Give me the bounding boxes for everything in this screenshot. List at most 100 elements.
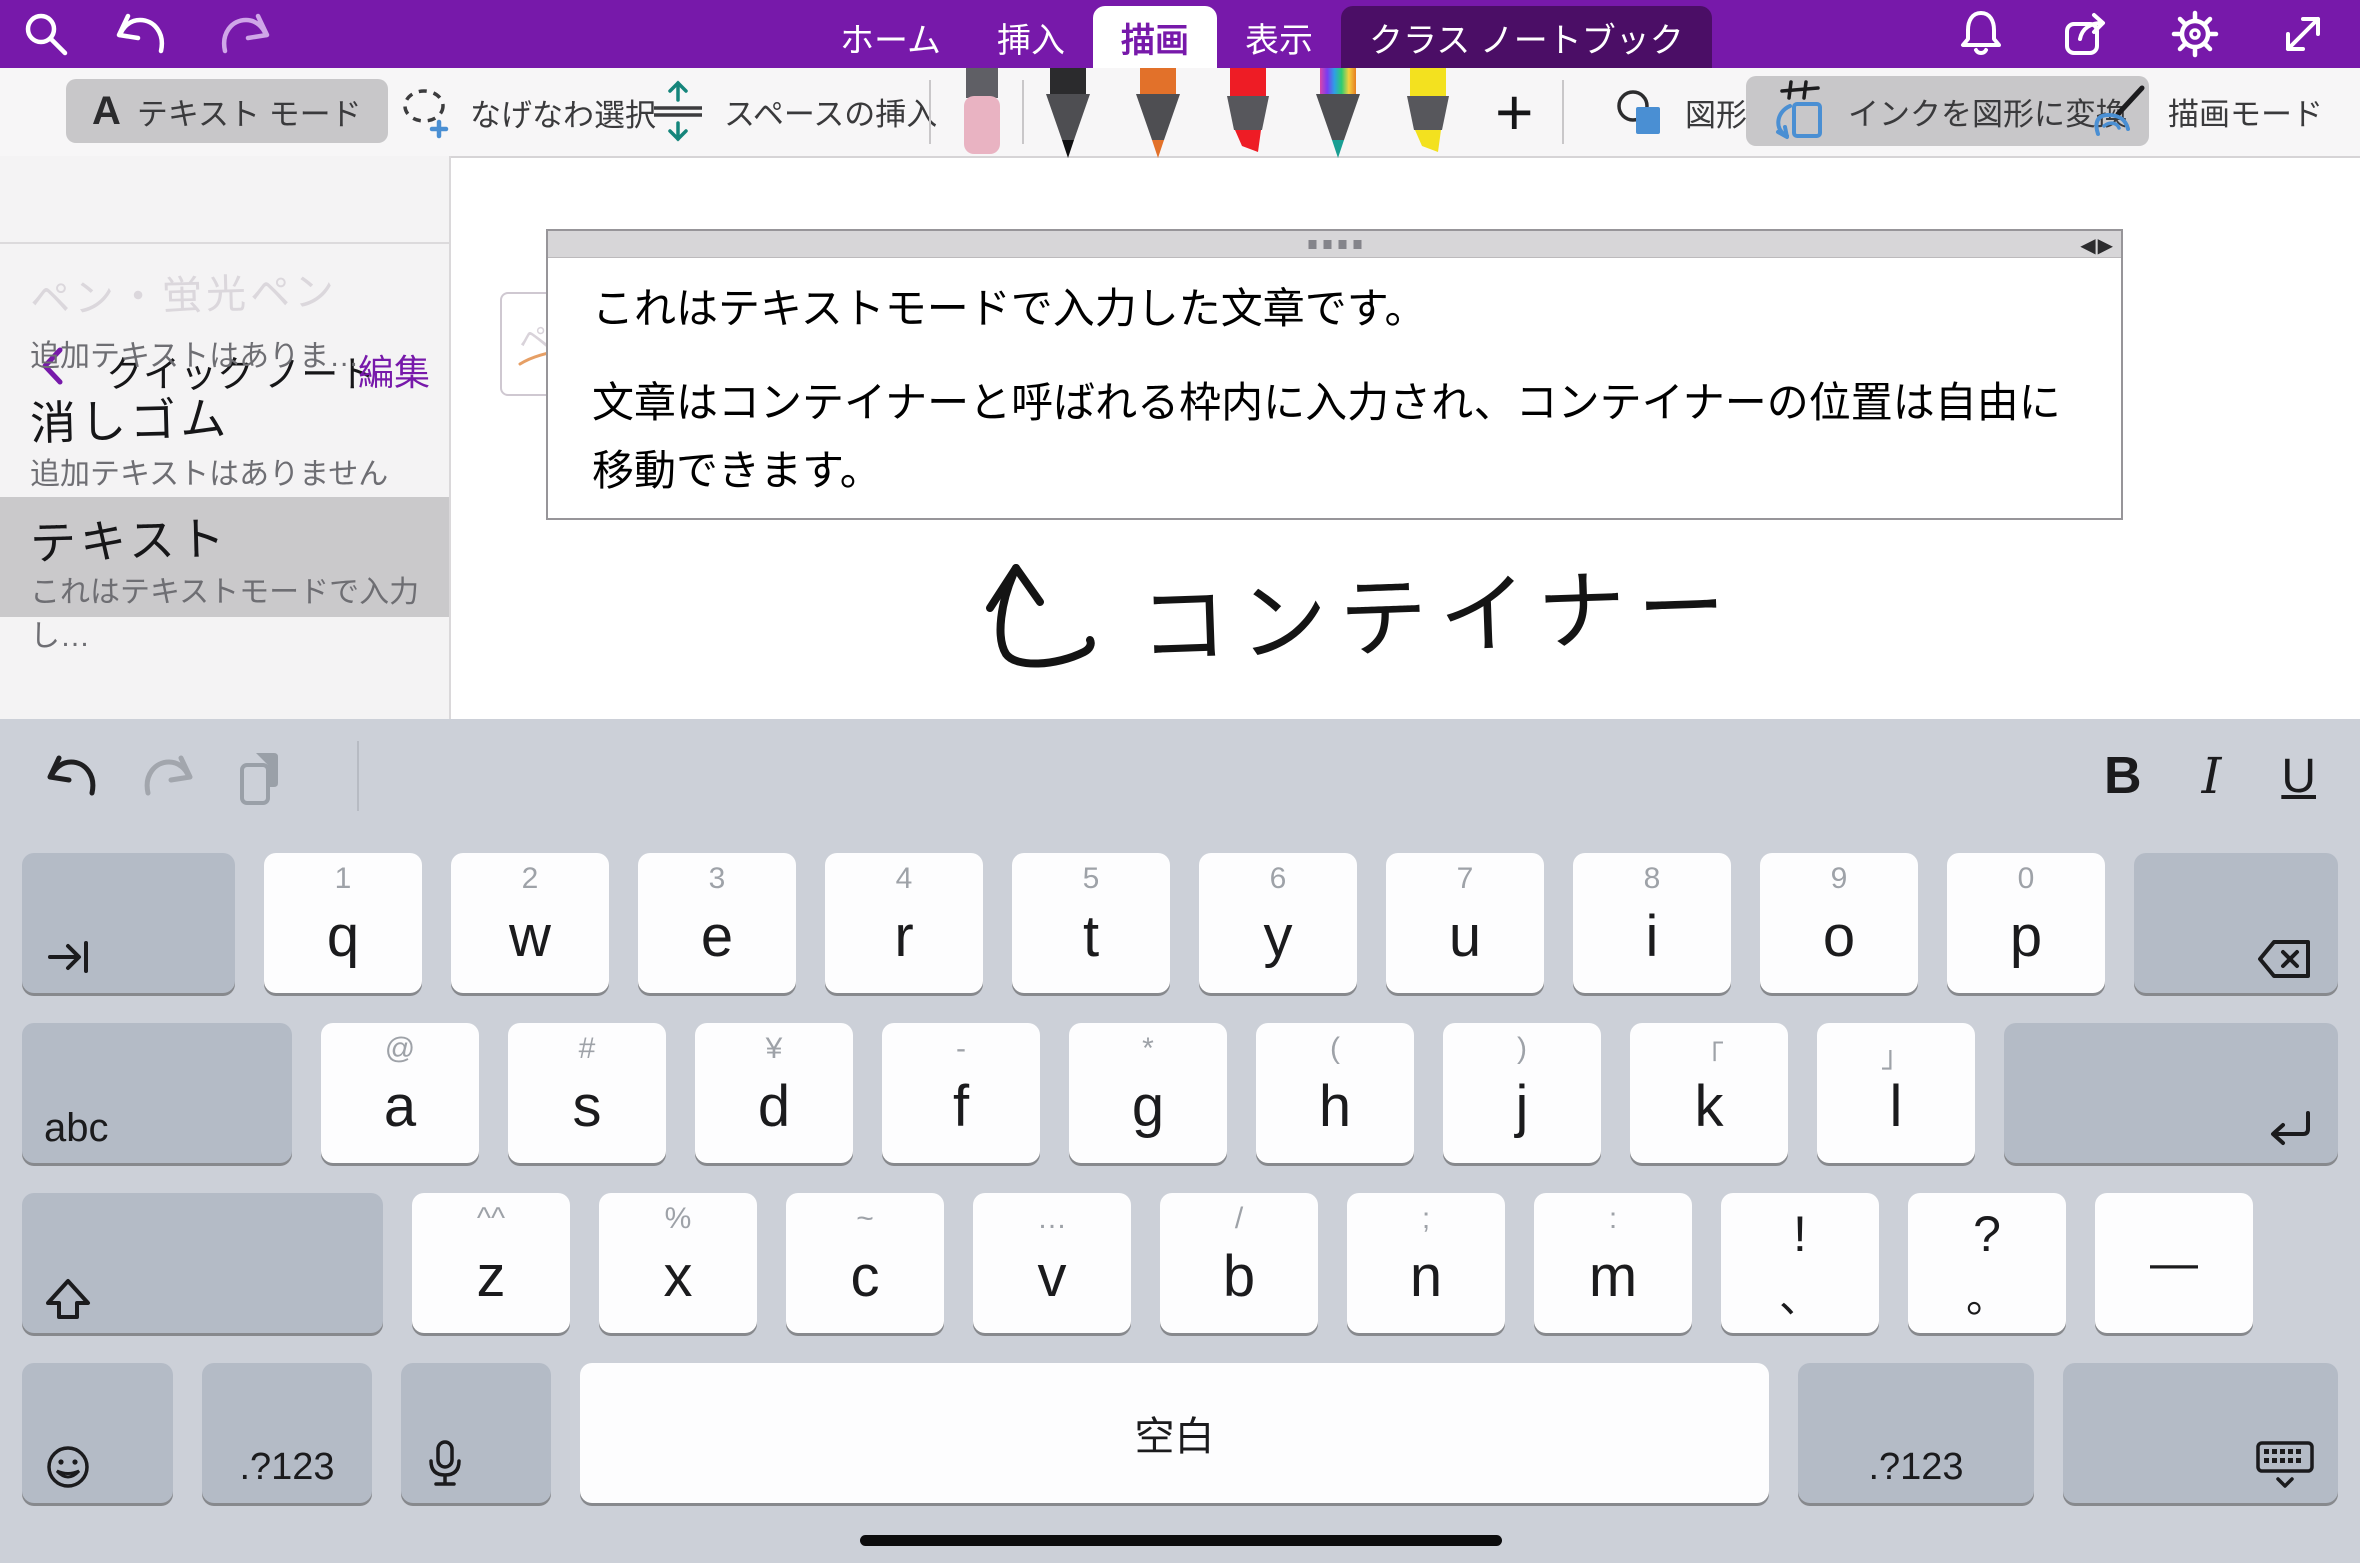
key-emoji[interactable] bbox=[22, 1363, 173, 1503]
key-?[interactable]: ?。 bbox=[1908, 1193, 2066, 1333]
container-drag-bar[interactable]: ◀▶ bbox=[548, 231, 2121, 258]
key-f[interactable]: -f bbox=[882, 1023, 1040, 1163]
key-sublabel: # bbox=[508, 1032, 666, 1066]
key-x[interactable]: %x bbox=[599, 1193, 757, 1333]
key-shift[interactable] bbox=[22, 1193, 383, 1333]
keyboard-row: 1q2w3e4r5t6y7u8i9o0p bbox=[22, 853, 2338, 993]
key-r[interactable]: 4r bbox=[825, 853, 983, 993]
key-label: v bbox=[973, 1243, 1131, 1310]
key-k[interactable]: 「k bbox=[1630, 1023, 1788, 1163]
key-q[interactable]: 1q bbox=[264, 853, 422, 993]
key-b[interactable]: /b bbox=[1160, 1193, 1318, 1333]
key-sublabel: ¥ bbox=[695, 1032, 853, 1066]
key-u[interactable]: 7u bbox=[1386, 853, 1544, 993]
add-pen-button[interactable]: + bbox=[1495, 74, 1534, 150]
key-d[interactable]: ¥d bbox=[695, 1023, 853, 1163]
key-dash[interactable]: — bbox=[2095, 1193, 2253, 1333]
bell-icon[interactable] bbox=[1956, 7, 2006, 61]
key-w[interactable]: 2w bbox=[451, 853, 609, 993]
key-s[interactable]: #s bbox=[508, 1023, 666, 1163]
page-subtitle: 追加テキストはありま… bbox=[30, 331, 359, 375]
text-container[interactable]: ◀▶ これはテキストモードで入力した文章です。 文章はコンテイナーと呼ばれる枠内… bbox=[546, 229, 2123, 520]
key-space[interactable]: 空白 bbox=[580, 1363, 1769, 1503]
rainbow-pen-tool[interactable] bbox=[1308, 68, 1368, 160]
bold-button[interactable]: B bbox=[2104, 746, 2142, 806]
key-o[interactable]: 9o bbox=[1760, 853, 1918, 993]
page-title-handwritten: ペン・蛍光ペン bbox=[29, 259, 338, 325]
kb-redo-icon[interactable] bbox=[138, 749, 194, 801]
tab-draw[interactable]: 描画 bbox=[1093, 6, 1217, 68]
key-symbols[interactable]: .?123 bbox=[202, 1363, 372, 1503]
key-sublabel: 6 bbox=[1199, 862, 1357, 896]
tab-class-notebook[interactable]: クラス ノートブック bbox=[1341, 6, 1712, 68]
italic-button[interactable]: I bbox=[2202, 747, 2222, 805]
home-indicator[interactable] bbox=[860, 1535, 1502, 1546]
undo-icon[interactable] bbox=[116, 9, 170, 59]
container-text[interactable]: これはテキストモードで入力した文章です。 文章はコンテイナーと呼ばれる枠内に入力… bbox=[592, 275, 2084, 531]
black-pen-tool[interactable] bbox=[1038, 68, 1098, 160]
key-v[interactable]: …v bbox=[973, 1193, 1131, 1333]
key-label: p bbox=[1947, 903, 2105, 970]
underline-button[interactable]: U bbox=[2281, 749, 2316, 804]
key-label: j bbox=[1443, 1073, 1601, 1140]
key-n[interactable]: ;n bbox=[1347, 1193, 1505, 1333]
key-sublabel: ; bbox=[1347, 1202, 1505, 1236]
key-i[interactable]: 8i bbox=[1573, 853, 1731, 993]
lasso-select-button[interactable]: なげなわ選択 bbox=[398, 84, 656, 140]
insert-space-button[interactable]: スペースの挿入 bbox=[648, 80, 937, 142]
key-return[interactable] bbox=[2004, 1023, 2338, 1163]
red-highlighter-tool[interactable] bbox=[1218, 68, 1278, 160]
key-abc[interactable]: abc bbox=[22, 1023, 292, 1163]
page-list-item[interactable]: ペン・蛍光ペン 追加テキストはありま… bbox=[0, 255, 449, 383]
key-t[interactable]: 5t bbox=[1012, 853, 1170, 993]
orange-pen-tool[interactable] bbox=[1128, 68, 1188, 160]
key-m[interactable]: :m bbox=[1534, 1193, 1692, 1333]
key-label: o bbox=[1760, 903, 1918, 970]
key-label: d bbox=[695, 1073, 853, 1140]
kb-paste-icon[interactable] bbox=[230, 749, 290, 809]
kb-undo-icon[interactable] bbox=[46, 749, 102, 801]
gear-icon[interactable] bbox=[2168, 7, 2222, 61]
tab-view[interactable]: 表示 bbox=[1217, 6, 1341, 68]
tab-home[interactable]: ホーム bbox=[812, 6, 969, 68]
redo-icon[interactable] bbox=[216, 9, 270, 59]
search-icon[interactable] bbox=[22, 10, 70, 58]
page-list-item[interactable]: 消しゴム 追加テキストはありません bbox=[0, 385, 449, 495]
key-c[interactable]: ~c bbox=[786, 1193, 944, 1333]
key-sublabel: 2 bbox=[451, 862, 609, 896]
key-h[interactable]: (h bbox=[1256, 1023, 1414, 1163]
text-mode-button[interactable]: A テキスト モード bbox=[66, 79, 388, 143]
expand-icon[interactable] bbox=[2276, 7, 2330, 61]
container-resize-icon[interactable]: ◀▶ bbox=[2080, 233, 2115, 258]
keyboard-accessory-bar: B I U bbox=[0, 719, 2360, 833]
key-g[interactable]: *g bbox=[1069, 1023, 1227, 1163]
key-![interactable]: !、 bbox=[1721, 1193, 1879, 1333]
key-z[interactable]: ^^z bbox=[412, 1193, 570, 1333]
key-dismiss[interactable] bbox=[2063, 1363, 2338, 1503]
key-l[interactable]: 」l bbox=[1817, 1023, 1975, 1163]
key-p[interactable]: 0p bbox=[1947, 853, 2105, 993]
key-mic[interactable] bbox=[401, 1363, 551, 1503]
eraser-tool[interactable] bbox=[952, 68, 1012, 158]
shapes-button[interactable]: 図形 bbox=[1613, 84, 1747, 140]
key-backspace[interactable] bbox=[2134, 853, 2338, 993]
divider bbox=[357, 741, 359, 811]
yellow-highlighter-tool[interactable] bbox=[1398, 68, 1458, 160]
draw-mode-button[interactable]: 描画モード bbox=[2088, 82, 2323, 140]
page-list-item-selected[interactable]: テキスト これはテキストモードで入力し… bbox=[0, 497, 449, 617]
handwritten-word: コンテイナー bbox=[1138, 556, 1739, 676]
key-e[interactable]: 3e bbox=[638, 853, 796, 993]
key-a[interactable]: @a bbox=[321, 1023, 479, 1163]
key-tab[interactable] bbox=[22, 853, 235, 993]
key-label: .?123 bbox=[202, 1446, 372, 1489]
key-label: r bbox=[825, 903, 983, 970]
container-grip-icon[interactable] bbox=[1308, 240, 1361, 249]
key-symbols-right[interactable]: .?123 bbox=[1798, 1363, 2034, 1503]
key-sublabel: 3 bbox=[638, 862, 796, 896]
share-icon[interactable] bbox=[2060, 7, 2114, 61]
key-j[interactable]: )j bbox=[1443, 1023, 1601, 1163]
key-sublabel: 「 bbox=[1630, 1032, 1788, 1076]
tab-insert[interactable]: 挿入 bbox=[969, 6, 1093, 68]
key-y[interactable]: 6y bbox=[1199, 853, 1357, 993]
key-sublabel: 8 bbox=[1573, 862, 1731, 896]
